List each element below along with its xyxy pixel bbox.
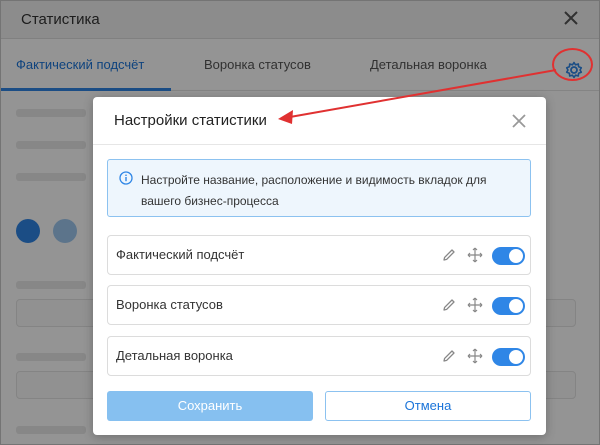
pencil-icon[interactable] [441,297,457,313]
row-label: Воронка статусов [116,297,223,312]
visibility-toggle[interactable] [492,297,525,315]
info-text: Настройте название, расположение и видим… [141,173,487,208]
visibility-toggle[interactable] [492,247,525,265]
cancel-button[interactable]: Отмена [325,391,531,421]
toggle-knob [509,299,523,313]
toggle-knob [509,249,523,263]
info-icon [119,171,133,185]
pencil-icon[interactable] [441,247,457,263]
move-icon[interactable] [466,347,484,365]
modal-header: Настройки статистики [93,97,546,145]
tab-settings-row: Детальная воронка [107,336,531,376]
statistics-settings-modal: Настройки статистики Настройте название,… [93,97,546,435]
modal-title: Настройки статистики [114,112,267,129]
close-icon[interactable] [510,112,528,130]
move-icon[interactable] [466,296,484,314]
visibility-toggle[interactable] [492,348,525,366]
move-icon[interactable] [466,246,484,264]
tab-settings-row: Воронка статусов [107,285,531,325]
row-label: Фактический подсчёт [116,247,245,262]
toggle-knob [509,350,523,364]
row-label: Детальная воронка [116,348,233,363]
highlight-circle [552,48,593,81]
pencil-icon[interactable] [441,348,457,364]
save-button[interactable]: Сохранить [107,391,313,421]
tab-settings-row: Фактический подсчёт [107,235,531,275]
info-box: Настройте название, расположение и видим… [107,159,531,217]
